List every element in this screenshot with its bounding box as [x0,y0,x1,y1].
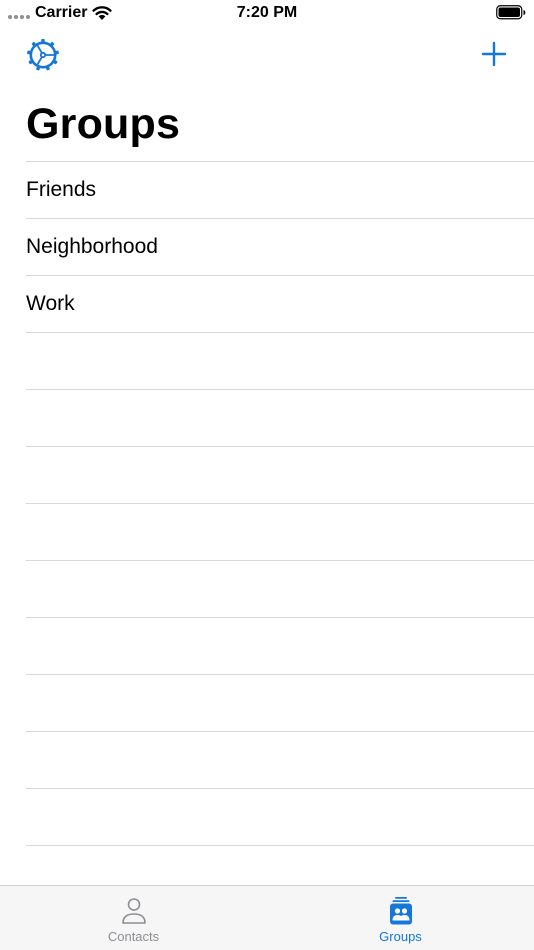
tab-label: Groups [379,929,422,944]
plus-icon [481,41,507,67]
empty-row [26,561,534,618]
group-label: Neighborhood [26,235,158,258]
tab-groups[interactable]: Groups [267,886,534,950]
settings-button[interactable] [24,36,62,74]
empty-row [26,333,534,390]
empty-row [26,732,534,789]
page-title: Groups [26,100,181,148]
empty-row [26,789,534,846]
groups-list: Friends Neighborhood Work [26,161,534,846]
empty-row [26,675,534,732]
list-item[interactable]: Neighborhood [26,219,534,276]
tab-bar: Contacts Groups [0,885,534,950]
empty-row [26,390,534,447]
person-icon [121,898,146,924]
groups-icon [389,897,412,925]
status-time: 7:20 PM [236,4,298,21]
status-bar: Carrier 7:20 PM [0,0,534,28]
tab-label: Contacts [107,929,160,944]
group-label: Friends [26,178,97,201]
empty-row [26,618,534,675]
add-group-button[interactable] [480,40,508,68]
list-item[interactable]: Work [26,276,534,333]
list-item[interactable]: Friends [26,162,534,219]
battery-icon [496,5,526,20]
group-label: Work [26,292,75,315]
gear-icon [27,39,59,71]
tab-contacts[interactable]: Contacts [0,886,267,950]
empty-row [26,447,534,504]
empty-row [26,504,534,561]
